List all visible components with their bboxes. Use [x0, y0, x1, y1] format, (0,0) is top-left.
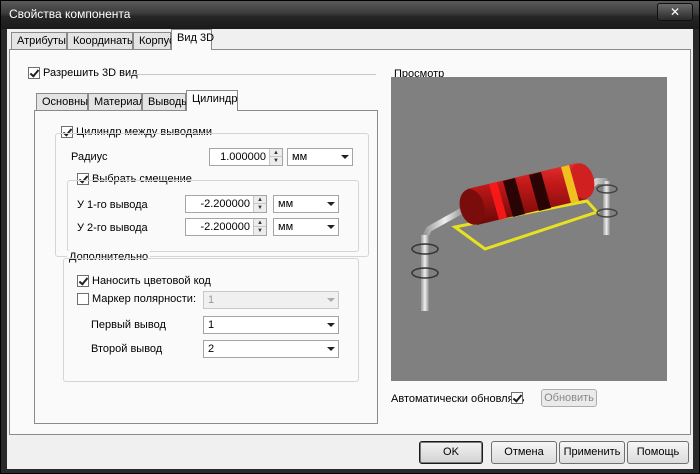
lead2-label: У 2-го вывода: [77, 222, 148, 234]
component-properties-dialog: Свойства компонента ✕ Атрибуты Координат…: [0, 0, 700, 474]
dialog-client-area: Атрибуты Координаты Корпус Вид 3D Разреш…: [7, 29, 693, 469]
subtab-leads[interactable]: Выводы: [142, 93, 189, 111]
tab-package[interactable]: Корпус: [133, 32, 174, 50]
subtab-basic[interactable]: Основные: [36, 93, 94, 111]
cancel-button[interactable]: Отмена: [491, 441, 557, 464]
radius-label: Радиус: [71, 151, 108, 163]
polarity-marker-select: 1: [203, 291, 339, 309]
help-button[interactable]: Помощь: [627, 441, 689, 464]
subtab-cylinder[interactable]: Цилиндр: [186, 90, 238, 111]
polarity-marker-value: 1: [208, 294, 215, 306]
lead2-spinbox[interactable]: -2.200000 ▲ ▼: [185, 218, 267, 236]
radius-unit-value: мм: [292, 151, 308, 163]
enable-3d-checkbox[interactable]: Разрешить 3D вид: [28, 67, 138, 80]
chevron-down-icon: [323, 196, 338, 212]
radius-unit-select[interactable]: мм: [287, 148, 353, 166]
close-icon[interactable]: ✕: [657, 3, 693, 21]
enable-3d-check[interactable]: [28, 67, 40, 80]
first-lead-select[interactable]: 1: [203, 316, 339, 334]
color-code-label: Наносить цветовой код: [92, 275, 211, 288]
subtab-material[interactable]: Материал: [88, 93, 145, 111]
polarity-marker-label: Маркер полярности:: [92, 293, 197, 306]
enable-3d-separator: [132, 74, 376, 75]
second-lead-label: Второй вывод: [91, 343, 163, 355]
tab-3d-view[interactable]: Вид 3D: [171, 29, 214, 50]
second-lead-select[interactable]: 2: [203, 340, 339, 358]
second-lead-value: 2: [208, 343, 215, 355]
title-bar[interactable]: Свойства компонента ✕: [1, 1, 699, 29]
ok-button[interactable]: OK: [419, 441, 483, 464]
lead2-value: -2.200000: [200, 221, 250, 233]
offset-group: [67, 180, 359, 252]
chevron-down-icon: [323, 219, 338, 235]
chevron-down-icon: [337, 149, 352, 165]
lead2-unit-value: мм: [278, 221, 294, 233]
tab-coordinates[interactable]: Координаты: [67, 32, 135, 50]
tab-attributes[interactable]: Атрибуты: [11, 32, 67, 50]
enable-3d-label: Разрешить 3D вид: [43, 67, 138, 80]
window-title: Свойства компонента: [9, 7, 131, 21]
polarity-marker-checkbox[interactable]: Маркер полярности:: [77, 293, 197, 306]
first-lead-value: 1: [208, 319, 215, 331]
lead1-spin-arrows[interactable]: ▲ ▼: [253, 196, 266, 212]
color-code-checkbox[interactable]: Наносить цветовой код: [77, 275, 211, 288]
refresh-button: Обновить: [541, 389, 597, 407]
lead2-unit-select[interactable]: мм: [273, 218, 339, 236]
first-lead-label: Первый вывод: [91, 319, 166, 331]
radius-value: 1.000000: [220, 151, 266, 163]
lead2-spin-arrows[interactable]: ▲ ▼: [253, 219, 266, 235]
left-lead: [411, 206, 467, 311]
lead1-label: У 1-го вывода: [77, 199, 148, 211]
polarity-marker-check[interactable]: [77, 293, 89, 306]
radius-spinbox[interactable]: 1.000000 ▲ ▼: [209, 148, 283, 166]
auto-update-checkbox[interactable]: [511, 392, 523, 404]
chevron-down-icon: [323, 317, 338, 333]
chevron-down-icon: [323, 292, 338, 308]
subtab-panel-cylinder: Цилиндр между выводами Радиус 1.000000 ▲…: [34, 110, 378, 424]
resistor-3d-render: [411, 163, 618, 311]
auto-update-label: Автоматически обновлять: [391, 393, 525, 405]
lead1-unit-select[interactable]: мм: [273, 195, 339, 213]
lead1-spinbox[interactable]: -2.200000 ▲ ▼: [185, 195, 267, 213]
lead1-unit-value: мм: [278, 198, 294, 210]
color-code-check[interactable]: [77, 275, 89, 288]
radius-spin-arrows[interactable]: ▲ ▼: [269, 149, 282, 165]
chevron-down-icon: [323, 341, 338, 357]
preview-3d-viewport[interactable]: [391, 77, 667, 381]
lead1-value: -2.200000: [200, 198, 250, 210]
apply-button[interactable]: Применить: [559, 441, 625, 464]
